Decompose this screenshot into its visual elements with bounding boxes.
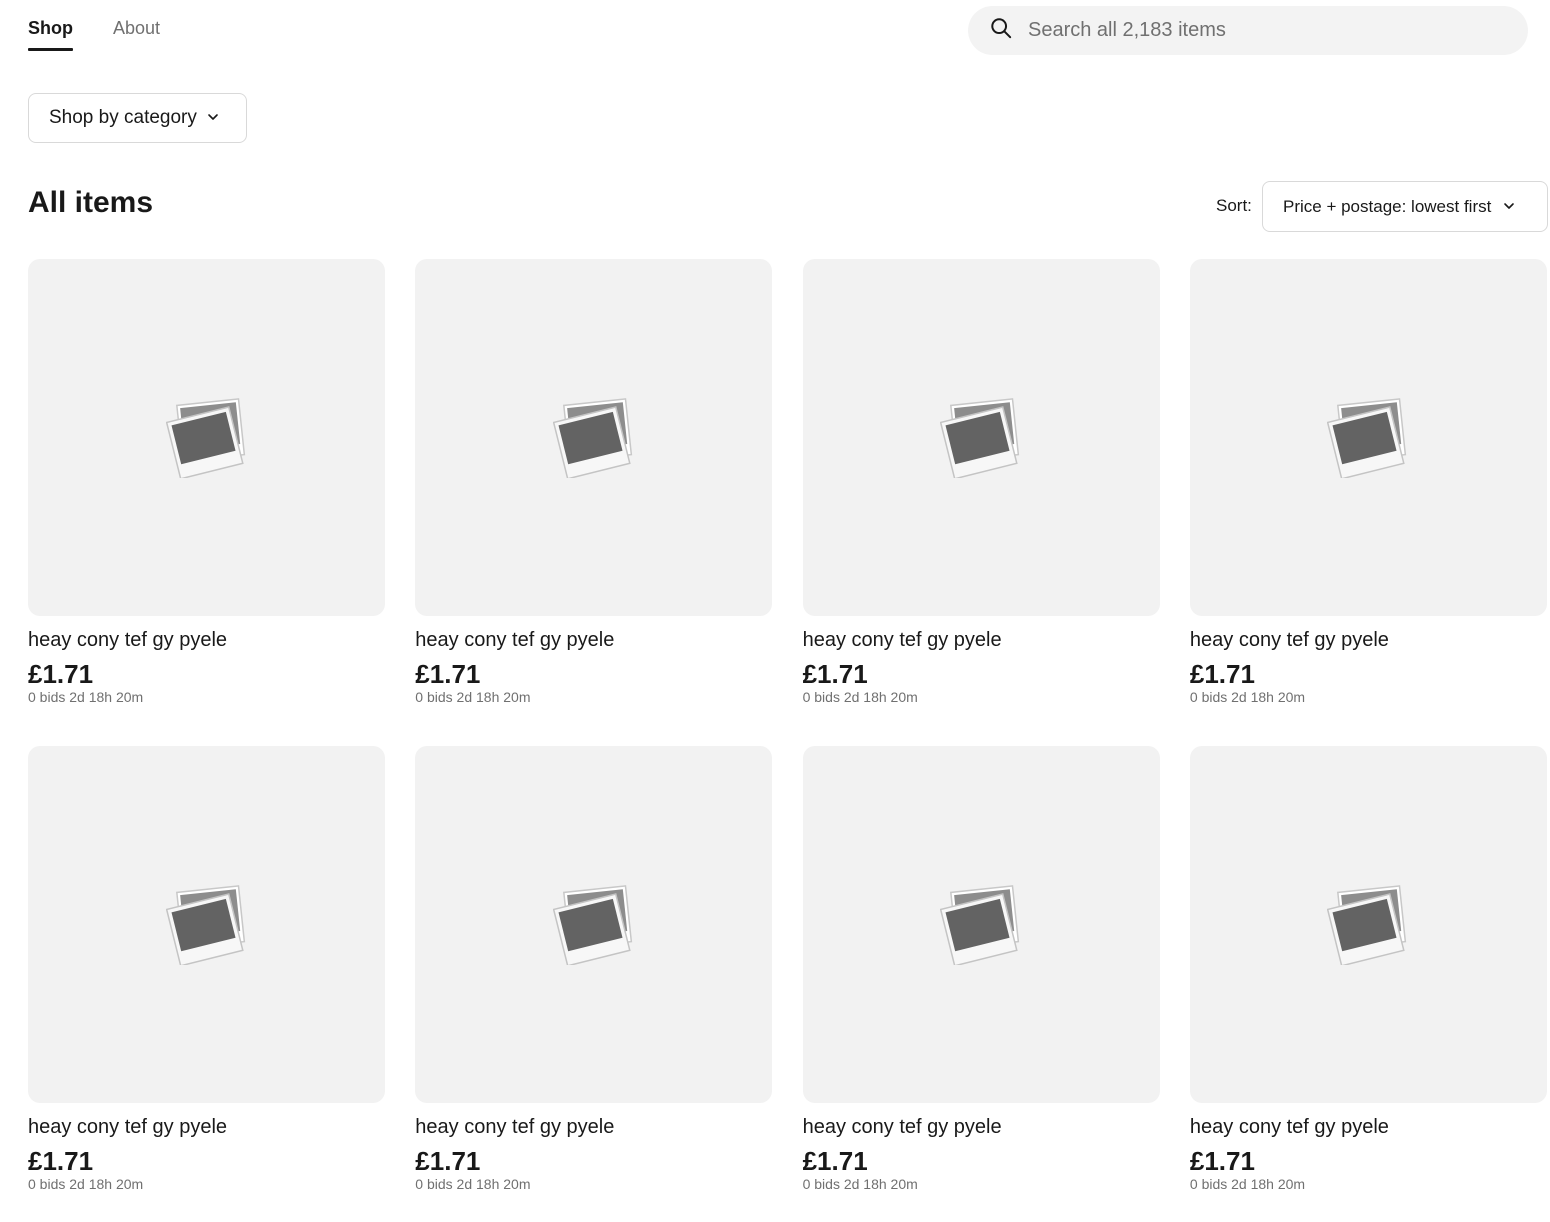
chevron-down-icon [1491, 197, 1515, 217]
item-bids-time: 0 bids 2d 18h 20m [1189, 689, 1306, 705]
item-title[interactable]: heay cony tef gy pyele [415, 628, 772, 652]
item-card[interactable]: heay cony tef gy pyele £1.71 0 bids 2d 1… [1189, 259, 1547, 716]
image-placeholder-icon [165, 884, 245, 965]
search-icon [990, 17, 1012, 44]
item-card[interactable]: heay cony tef gy pyele £1.71 0 bids 2d 1… [415, 746, 773, 1203]
item-title[interactable]: heay cony tef gy pyele [803, 628, 1160, 652]
item-image[interactable] [1189, 746, 1547, 1103]
sort-label: Sort: [1216, 196, 1252, 215]
item-price: £1.71 [1189, 659, 1255, 689]
tab-about[interactable]: About [113, 0, 160, 54]
item-bids-time: 0 bids 2d 18h 20m [28, 689, 144, 705]
item-card[interactable]: heay cony tef gy pyele £1.71 0 bids 2d 1… [415, 259, 773, 716]
item-image[interactable] [28, 746, 385, 1103]
chevron-down-icon [197, 107, 219, 129]
sort-value: Price + postage: lowest first [1283, 196, 1492, 216]
item-image[interactable] [802, 746, 1160, 1103]
item-image[interactable] [415, 746, 773, 1103]
item-title[interactable]: heay cony tef gy pyele [803, 1115, 1160, 1139]
item-card[interactable]: heay cony tef gy pyele £1.71 0 bids 2d 1… [28, 259, 385, 716]
image-placeholder-icon [552, 397, 632, 478]
item-card[interactable]: heay cony tef gy pyele £1.71 0 bids 2d 1… [802, 259, 1160, 716]
image-placeholder-icon [940, 884, 1020, 965]
item-card[interactable]: heay cony tef gy pyele £1.71 0 bids 2d 1… [1189, 746, 1547, 1203]
shop-by-category-label: Shop by category [49, 107, 197, 128]
item-grid: heay cony tef gy pyele £1.71 0 bids 2d 1… [28, 259, 1548, 1203]
item-price: £1.71 [802, 659, 868, 689]
item-card[interactable]: heay cony tef gy pyele £1.71 0 bids 2d 1… [28, 746, 385, 1203]
item-title[interactable]: heay cony tef gy pyele [28, 628, 385, 652]
image-placeholder-icon [1327, 884, 1407, 965]
image-placeholder-icon [1327, 397, 1407, 478]
item-price: £1.71 [28, 659, 94, 689]
image-placeholder-icon [940, 397, 1020, 478]
item-price: £1.71 [1189, 1146, 1255, 1176]
item-price: £1.71 [415, 659, 481, 689]
item-image[interactable] [1189, 259, 1547, 616]
item-image[interactable] [415, 259, 773, 616]
item-bids-time: 0 bids 2d 18h 20m [1189, 1176, 1306, 1192]
page-title: All items [28, 186, 154, 219]
item-image[interactable] [28, 259, 385, 616]
search-bar[interactable] [968, 6, 1528, 55]
image-placeholder-icon [552, 884, 632, 965]
image-placeholder-icon [165, 397, 245, 478]
search-input[interactable] [1028, 19, 1498, 42]
item-title[interactable]: heay cony tef gy pyele [1190, 1115, 1547, 1139]
item-bids-time: 0 bids 2d 18h 20m [415, 689, 531, 705]
item-card[interactable]: heay cony tef gy pyele £1.71 0 bids 2d 1… [802, 746, 1160, 1203]
item-title[interactable]: heay cony tef gy pyele [1190, 628, 1547, 652]
item-title[interactable]: heay cony tef gy pyele [415, 1115, 772, 1139]
item-bids-time: 0 bids 2d 18h 20m [802, 689, 918, 705]
item-bids-time: 0 bids 2d 18h 20m [802, 1176, 918, 1192]
store-tabs: Shop About [28, 0, 160, 54]
item-bids-time: 0 bids 2d 18h 20m [415, 1176, 531, 1192]
tab-shop[interactable]: Shop [28, 0, 73, 54]
item-title[interactable]: heay cony tef gy pyele [28, 1115, 385, 1139]
shop-by-category-button[interactable]: Shop by category [28, 93, 247, 143]
item-image[interactable] [802, 259, 1160, 616]
sort-dropdown[interactable]: Price + postage: lowest first [1262, 181, 1548, 232]
item-price: £1.71 [802, 1146, 868, 1176]
item-price: £1.71 [415, 1146, 481, 1176]
item-price: £1.71 [28, 1146, 94, 1176]
item-bids-time: 0 bids 2d 18h 20m [28, 1176, 144, 1192]
